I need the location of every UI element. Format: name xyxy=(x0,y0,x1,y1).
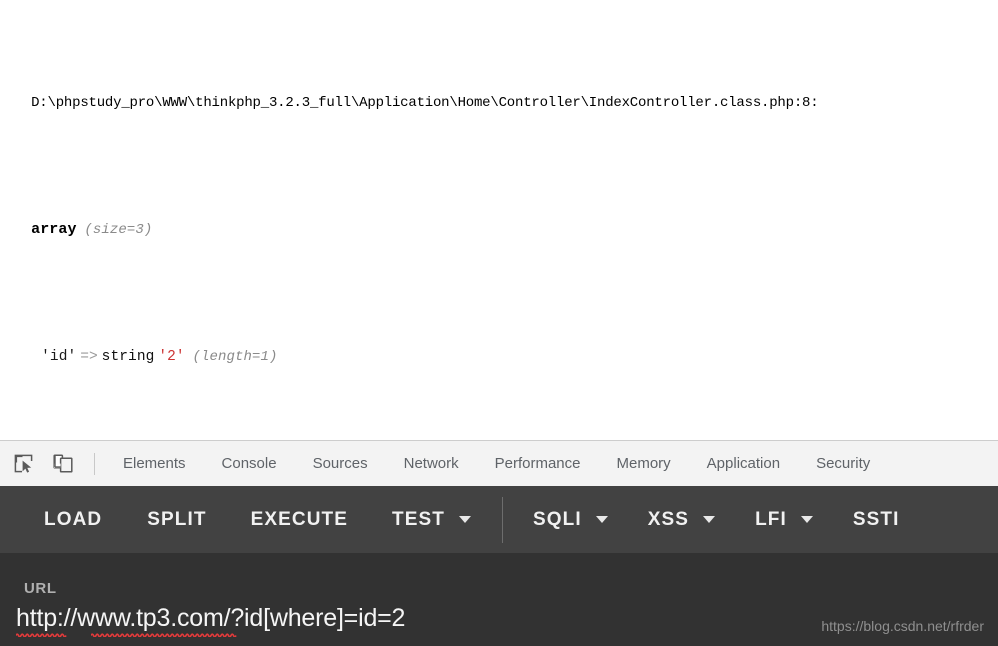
hackbar-xss-dropdown[interactable]: XSS xyxy=(647,508,716,531)
hackbar-sqli-label: SQLI xyxy=(533,508,582,530)
hackbar-split-button[interactable]: SPLIT xyxy=(147,509,206,531)
device-toolbar-icon[interactable] xyxy=(46,447,80,481)
tab-memory[interactable]: Memory xyxy=(599,441,689,486)
hackbar-split-label: SPLIT xyxy=(147,508,207,530)
hackbar-lfi-dropdown[interactable]: LFI xyxy=(755,509,813,531)
chevron-down-icon xyxy=(459,516,471,523)
tab-security[interactable]: Security xyxy=(798,441,888,486)
spellcheck-squiggle xyxy=(91,632,237,637)
watermark-text: https://blog.csdn.net/rfrder xyxy=(821,618,984,634)
chevron-down-icon xyxy=(703,516,716,523)
tab-sources[interactable]: Sources xyxy=(295,441,386,486)
url-input[interactable]: http://www.tp3.com/?id[where]=id=2 xyxy=(16,604,405,633)
var-dump-entry-row: 'id' => string '2' (length=1) xyxy=(8,325,998,389)
hackbar-xss-label: XSS xyxy=(647,508,690,530)
toolbar-divider xyxy=(94,452,95,475)
hackbar-execute-label: EXECUTE xyxy=(250,508,349,530)
tab-console[interactable]: Console xyxy=(204,441,295,486)
var-dump-entry-arrow: => xyxy=(80,349,98,365)
chevron-down-icon xyxy=(595,516,608,523)
hackbar-toolbar: LOAD SPLIT EXECUTE TEST SQLI XSS LFI SST… xyxy=(0,486,998,553)
hackbar-ssti-label: SSTI xyxy=(852,508,900,530)
var-dump-source-path-line: D:\phpstudy_pro\WWW\thinkphp_3.2.3_full\… xyxy=(8,71,998,135)
hackbar-lfi-label: LFI xyxy=(755,508,787,530)
inspect-element-icon[interactable] xyxy=(6,447,40,481)
tab-application[interactable]: Application xyxy=(689,441,798,486)
var-dump-root-type: array xyxy=(31,221,77,238)
var-dump-entry-value: '2' xyxy=(158,349,185,365)
tab-network[interactable]: Network xyxy=(386,441,477,486)
hackbar-ssti-dropdown[interactable]: SSTI xyxy=(853,509,900,531)
var-dump-root-size: (size=3) xyxy=(84,222,153,238)
browser-page-content: D:\phpstudy_pro\WWW\thinkphp_3.2.3_full\… xyxy=(0,0,998,440)
hackbar-test-label: TEST xyxy=(392,508,445,530)
hackbar-test-dropdown[interactable]: TEST xyxy=(392,509,471,531)
var-dump-entry-type: string xyxy=(101,349,155,365)
var-dump-entry-length: (length=1) xyxy=(192,349,278,365)
devtools-tabs: Elements Console Sources Network Perform… xyxy=(105,441,888,486)
var-dump-entry-key: 'id' xyxy=(41,349,77,365)
tab-elements[interactable]: Elements xyxy=(105,441,204,486)
chevron-down-icon xyxy=(800,516,813,523)
spellcheck-squiggle xyxy=(16,632,67,637)
var-dump-root-line: array (size=3) xyxy=(8,198,998,262)
hackbar-load-button[interactable]: LOAD xyxy=(44,509,102,531)
hackbar-load-label: LOAD xyxy=(44,508,103,530)
hackbar-execute-button[interactable]: EXECUTE xyxy=(251,509,348,531)
devtools-tab-bar: Elements Console Sources Network Perform… xyxy=(0,440,998,486)
hackbar-divider xyxy=(502,496,503,543)
hackbar-sqli-dropdown[interactable]: SQLI xyxy=(533,509,608,531)
tab-performance[interactable]: Performance xyxy=(477,441,599,486)
var-dump-output: D:\phpstudy_pro\WWW\thinkphp_3.2.3_full\… xyxy=(0,0,998,440)
var-dump-source-path: D:\phpstudy_pro\WWW\thinkphp_3.2.3_full\… xyxy=(31,95,819,111)
hackbar-url-panel: URL http://www.tp3.com/?id[where]=id=2 h… xyxy=(0,553,998,646)
url-field-label: URL xyxy=(24,580,57,597)
